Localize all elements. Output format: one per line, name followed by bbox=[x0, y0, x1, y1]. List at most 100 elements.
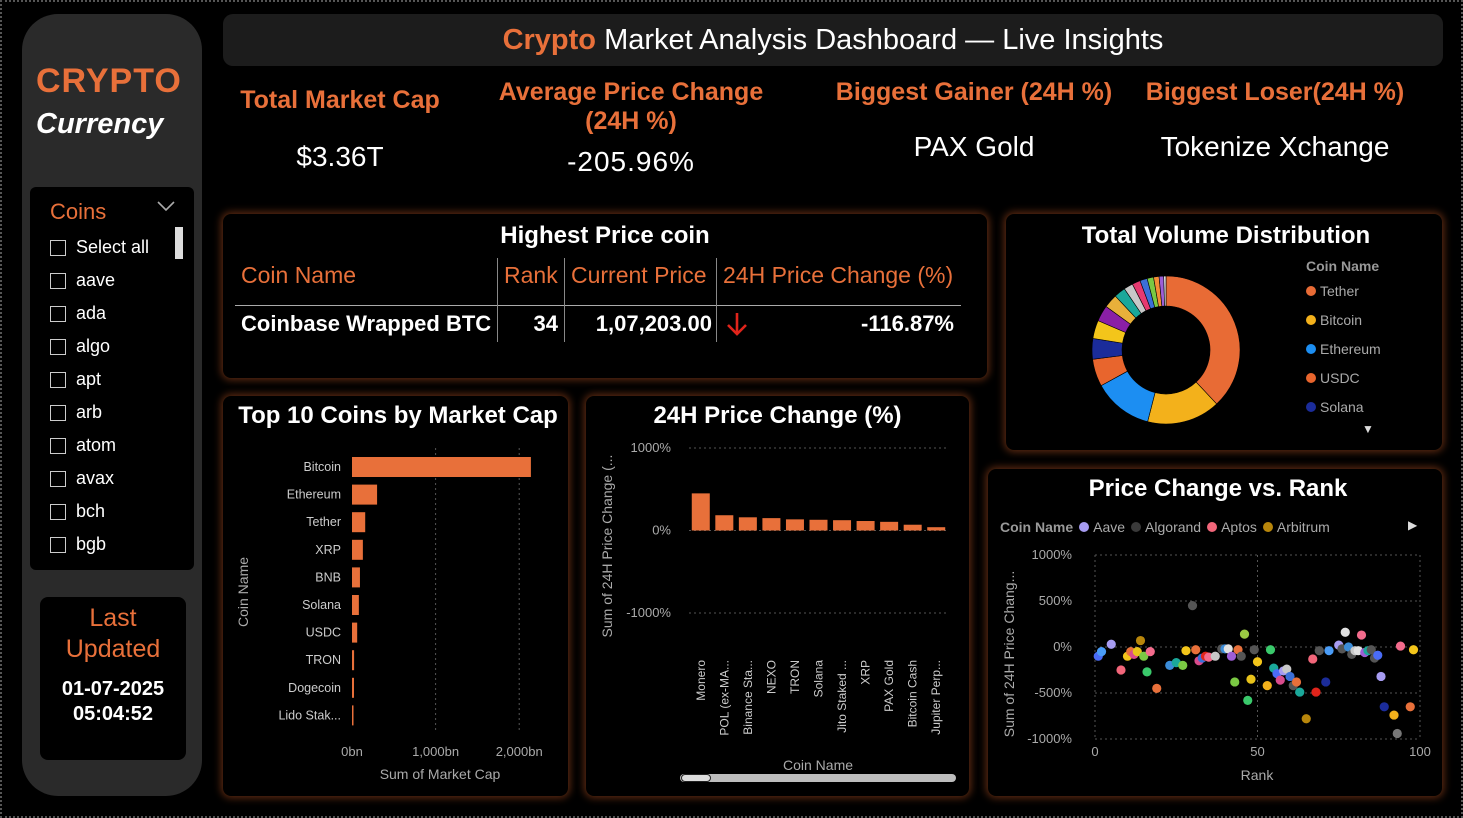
kpi-loser-value: Tokenize Xchange bbox=[1160, 131, 1390, 162]
checkbox[interactable] bbox=[50, 503, 66, 520]
y-axis-label: Sum of 24H Price Change (... bbox=[599, 455, 615, 638]
x-tick-label: Jito Staked ... bbox=[835, 660, 849, 733]
x-tick-label: POL (ex-MA... bbox=[717, 660, 731, 736]
bar bbox=[352, 539, 363, 560]
checkbox[interactable] bbox=[50, 536, 66, 553]
price-change-panel: 24H Price Change (%) 1000% 0% -1000% Monero… bbox=[586, 396, 969, 796]
legend-dot bbox=[1306, 401, 1316, 412]
last-updated-label: Last bbox=[89, 604, 137, 632]
legend-label: Bitcoin bbox=[1320, 311, 1363, 328]
col-price-change[interactable]: 24H Price Change (%) bbox=[716, 258, 953, 306]
legend-label: Tether bbox=[1320, 282, 1359, 299]
y-tick-label: TRON bbox=[306, 653, 341, 667]
title-accent: Crypto bbox=[502, 24, 597, 56]
x-tick-label: NEXO bbox=[764, 660, 778, 694]
y-tick-label: Solana bbox=[302, 598, 341, 612]
bar bbox=[738, 517, 757, 531]
y-tick-label: -1000% bbox=[1027, 731, 1072, 746]
kpi-loser-label: Biggest Loser(24H %) bbox=[1145, 78, 1405, 106]
chevron-down-icon[interactable] bbox=[156, 197, 176, 218]
slicer-item[interactable]: atom bbox=[50, 429, 180, 462]
page-title: Crypto Market Analysis Dashboard — Live … bbox=[223, 14, 1443, 66]
scatter-point bbox=[1311, 687, 1321, 697]
legend-dot bbox=[1306, 372, 1316, 383]
y-tick-label: 1000% bbox=[631, 440, 672, 455]
legend-item[interactable]: Ethereum bbox=[1306, 334, 1381, 363]
scatter-point bbox=[1395, 641, 1406, 651]
cell-rank: 34 bbox=[497, 306, 564, 342]
scatter-point bbox=[1243, 695, 1253, 705]
checkbox[interactable] bbox=[50, 272, 66, 289]
legend-item[interactable]: Solana bbox=[1306, 392, 1381, 421]
col-current-price[interactable]: Current Price bbox=[564, 258, 706, 306]
checkbox[interactable] bbox=[50, 239, 66, 256]
slicer-item[interactable]: ada bbox=[50, 297, 180, 330]
bar bbox=[352, 484, 378, 505]
legend-item[interactable]: Tether bbox=[1306, 276, 1381, 305]
checkbox[interactable] bbox=[50, 305, 66, 322]
slicer-item-label: algo bbox=[76, 336, 111, 356]
slicer-item[interactable]: apt bbox=[50, 363, 180, 396]
slicer-item[interactable]: arb bbox=[50, 396, 180, 429]
last-updated-card: Last Updated 01-07-2025 05:04:52 bbox=[40, 597, 186, 760]
checkbox[interactable] bbox=[50, 404, 66, 421]
checkbox[interactable] bbox=[50, 470, 66, 487]
slicer-item[interactable]: Select all bbox=[50, 231, 180, 264]
bar bbox=[352, 457, 531, 477]
bar bbox=[352, 512, 366, 533]
slicer-item-label: apt bbox=[76, 369, 102, 389]
y-tick-label: 1000% bbox=[1032, 547, 1073, 562]
horizontal-scrollbar[interactable] bbox=[680, 774, 956, 782]
slicer-scrollbar[interactable] bbox=[175, 227, 183, 259]
x-tick-label: 0bn bbox=[341, 744, 363, 759]
scatter-point bbox=[1187, 601, 1198, 611]
slicer-item[interactable]: aave bbox=[50, 264, 180, 297]
scatter-point bbox=[1324, 646, 1334, 656]
scatter-point bbox=[1249, 645, 1259, 655]
legend-item[interactable]: Bitcoin bbox=[1306, 305, 1381, 334]
y-tick-label: 0% bbox=[1053, 639, 1072, 654]
kpi-market-cap-value: $3.36T bbox=[296, 141, 384, 172]
col-coin-name[interactable]: Coin Name bbox=[235, 258, 356, 306]
scatter-point bbox=[1308, 654, 1318, 664]
volume-legend-title: Coin Name bbox=[1306, 258, 1380, 274]
y-tick-label: Bitcoin bbox=[303, 460, 341, 474]
kpi-gainer-value: PAX Gold bbox=[913, 131, 1035, 162]
last-updated-label-2: Updated bbox=[65, 635, 161, 663]
last-updated-time: 05:04:52 bbox=[72, 703, 154, 725]
x-axis-label: Sum of Market Cap bbox=[380, 766, 501, 782]
y-tick-label: Dogecoin bbox=[288, 681, 341, 695]
col-rank[interactable]: Rank bbox=[497, 258, 558, 306]
cell-coin-name: Coinbase Wrapped BTC bbox=[241, 311, 492, 336]
legend-scroll-down-icon[interactable]: ▼ bbox=[1362, 422, 1374, 436]
slicer-item[interactable]: bgb bbox=[50, 528, 180, 561]
x-tick-label: Binance Sta... bbox=[741, 660, 755, 735]
slicer-item[interactable]: avax bbox=[50, 462, 180, 495]
bar bbox=[880, 521, 899, 531]
x-tick-label: Bitcoin Cash bbox=[906, 660, 920, 727]
x-tick-label: Jupiter Perp... bbox=[929, 660, 943, 735]
scatter-point bbox=[1376, 671, 1386, 682]
checkbox[interactable] bbox=[50, 338, 66, 355]
scatter-point bbox=[1096, 647, 1107, 657]
scatter-point bbox=[1389, 710, 1399, 720]
y-tick-label: Tether bbox=[306, 515, 341, 529]
legend-item[interactable]: USDC bbox=[1306, 363, 1381, 392]
scatter-point bbox=[1291, 677, 1302, 687]
scatter-panel: Price Change vs. Rank Coin Name Aave Algo… bbox=[988, 469, 1442, 796]
scatter-point bbox=[1373, 650, 1383, 660]
slicer-item[interactable]: bch bbox=[50, 495, 180, 528]
scrollbar-thumb[interactable] bbox=[681, 774, 711, 782]
last-updated-date: 01-07-2025 bbox=[61, 678, 165, 700]
slicer-item[interactable]: algo bbox=[50, 330, 180, 363]
change-bar-chart: 1000% 0% -1000% Monero POL (ex-MA... Binance … bbox=[599, 440, 948, 773]
checkbox[interactable] bbox=[50, 437, 66, 454]
legend-dot bbox=[1306, 343, 1316, 354]
brand-subtitle: Currency bbox=[36, 108, 164, 140]
volume-donut-chart bbox=[1091, 275, 1241, 425]
kpi-avg-change-label: Average Price Change (24H %) bbox=[490, 78, 772, 136]
cell-current-price: 1,07,203.00 bbox=[564, 306, 716, 342]
y-tick-label: -1000% bbox=[626, 605, 671, 620]
legend-label: Ethereum bbox=[1320, 340, 1381, 357]
checkbox[interactable] bbox=[50, 371, 66, 388]
